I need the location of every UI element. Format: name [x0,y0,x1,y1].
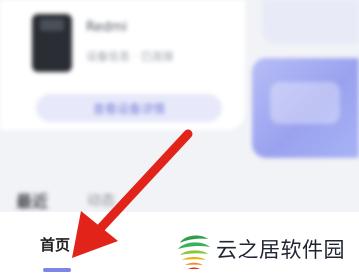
pointer-arrow-icon [72,129,193,258]
